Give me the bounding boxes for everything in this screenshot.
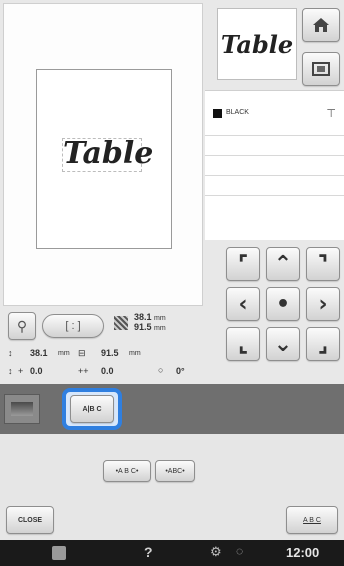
angle-value: 0° [176, 366, 185, 376]
chevron-down-icon: ⌄ [273, 331, 293, 357]
color-swatch [213, 109, 222, 118]
move-up-button[interactable]: ⌃ [266, 247, 300, 281]
help-icon[interactable]: ? [144, 544, 153, 560]
move-up-left-button[interactable]: ⌜ [226, 247, 260, 281]
corner-down-right-icon: ⌟ [317, 331, 329, 357]
wireless-icon: ◌ [236, 544, 244, 558]
color-list-row[interactable]: BLACK ⊤ [213, 107, 338, 121]
thumbnail-text: Table [220, 29, 294, 59]
pattern-preview-text[interactable]: Table [63, 136, 153, 171]
offset-y-value: 0.0 [30, 366, 43, 376]
close-button[interactable]: CLOSE [6, 506, 54, 534]
spacing-increase-button[interactable]: •ABC• [155, 460, 195, 482]
center-button[interactable]: • [266, 287, 300, 321]
move-down-right-button[interactable]: ⌟ [306, 327, 340, 361]
tab-abc-label: A|B C [82, 405, 102, 413]
chevron-right-icon: › [318, 291, 328, 317]
size-readout: 38.1 mm 91.5 mm [134, 312, 166, 332]
frame-icon [312, 62, 330, 76]
size-width-value: 38.1 [134, 312, 152, 322]
spacing-decrease-button[interactable]: •A B C• [103, 460, 151, 482]
info-row-3: ↕ + 0.0 ++ 0.0 ○ 0° [8, 365, 185, 376]
spacing-area: •A B C• •ABC• CLOSE A B C [0, 434, 344, 540]
home-button[interactable] [302, 8, 340, 42]
chevron-left-icon: ‹ [238, 291, 248, 317]
save-icon[interactable] [52, 546, 66, 560]
offset-x-value: 0.0 [101, 366, 114, 376]
color-name: BLACK [226, 109, 249, 116]
move-down-button[interactable]: ⌄ [266, 327, 300, 361]
tab-pattern[interactable] [4, 394, 40, 424]
needle-icon: ⊤ [326, 108, 336, 120]
width-icon: ⊟ [78, 348, 86, 358]
tab-bar: A|B C [0, 384, 344, 434]
pattern-thumbnail: Table [217, 8, 297, 80]
embroidery-edit-screen: Table Table BLACK ⊤ ⌜ ⌃ ⌝ ‹ • › ⌞ ⌄ ⌟ ⚲ … [0, 0, 344, 566]
embroidery-frame: Table [36, 69, 172, 249]
move-up-right-button[interactable]: ⌝ [306, 247, 340, 281]
clock-time: 12:00 [286, 545, 320, 560]
dot-icon: • [275, 291, 291, 317]
corner-up-right-icon: ⌝ [317, 251, 329, 277]
abc-preview-button[interactable]: A B C [286, 506, 338, 534]
rotate-icon: ○ [158, 365, 164, 375]
chevron-up-icon: ⌃ [273, 251, 293, 277]
pin-icon: ⚲ [16, 317, 28, 334]
move-right-button[interactable]: › [306, 287, 340, 321]
vertical-offset-icon: ↕ [8, 366, 13, 376]
height-value: 91.5 [101, 348, 119, 358]
info-row-1: ⚲ [ : ] 38.1 mm 91.5 mm [8, 310, 223, 346]
tab-abc[interactable]: A|B C [70, 395, 114, 423]
move-down-left-button[interactable]: ⌞ [226, 327, 260, 361]
color-list-panel: BLACK ⊤ [205, 90, 344, 240]
height-icon: ↕ [8, 348, 13, 358]
pattern-tab-icon [11, 402, 33, 416]
frame-size-button[interactable]: [ : ] [42, 314, 104, 338]
corner-down-left-icon: ⌞ [237, 331, 249, 357]
size-icon [114, 316, 128, 330]
thread-button[interactable] [302, 52, 340, 86]
move-left-button[interactable]: ‹ [226, 287, 260, 321]
move-grid: ⌜ ⌃ ⌝ ‹ • › ⌞ ⌄ ⌟ [226, 247, 340, 361]
info-row-2: ↕ 38.1 mm ⊟ 91.5 mm [8, 348, 141, 358]
size-height-value: 91.5 [134, 322, 152, 332]
home-icon [312, 17, 330, 33]
settings-icon[interactable]: ⚙ [210, 544, 222, 560]
hoop-icon: [ : ] [65, 320, 81, 332]
corner-up-left-icon: ⌜ [237, 251, 249, 277]
status-bar: ? ⚙ ◌ 12:00 [0, 540, 344, 566]
width-value: 38.1 [30, 348, 48, 358]
locate-button[interactable]: ⚲ [8, 312, 36, 340]
preview-panel: Table [3, 3, 203, 306]
